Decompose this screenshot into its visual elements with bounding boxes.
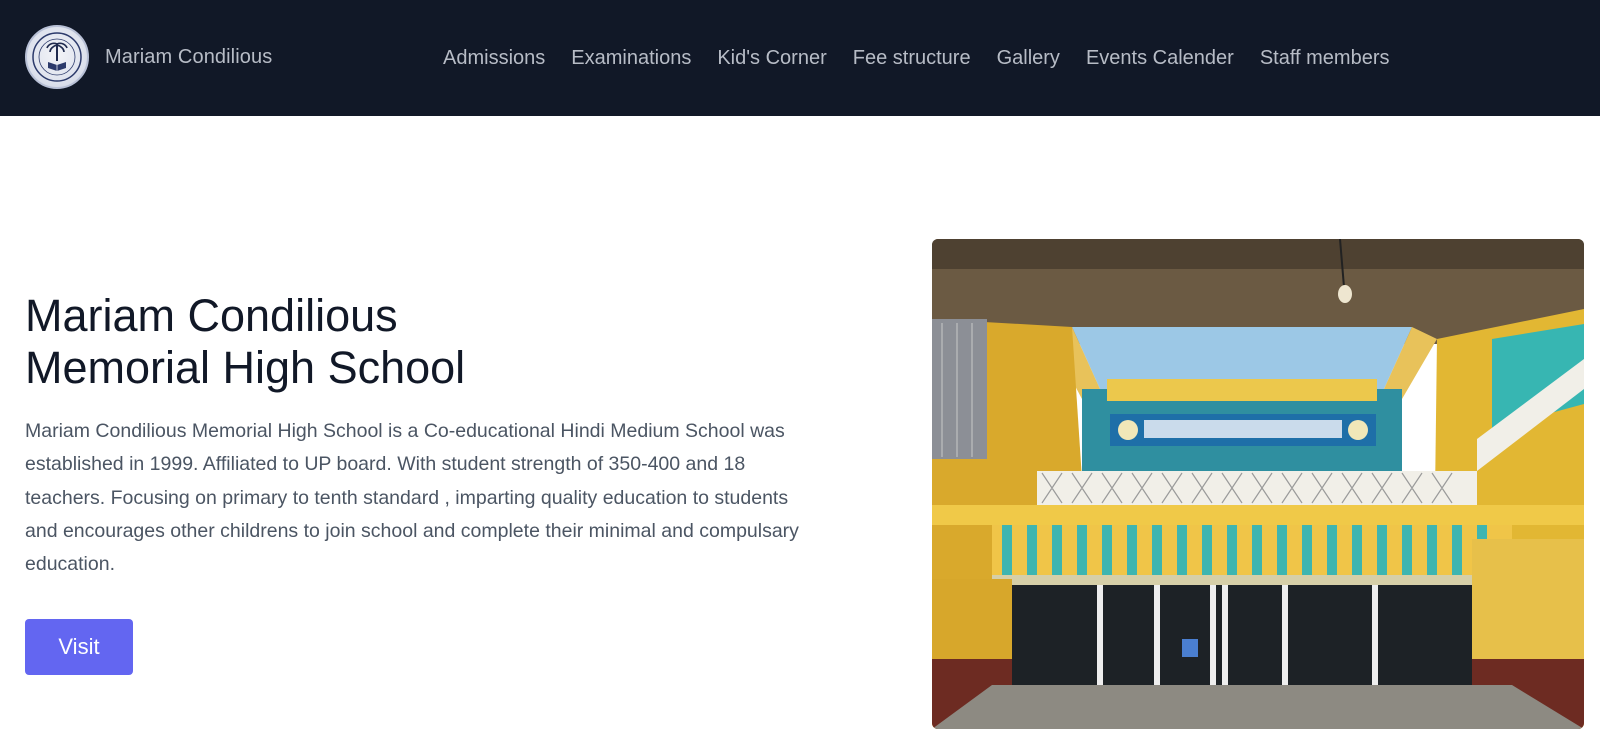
hero-description: Mariam Condilious Memorial High School i… xyxy=(25,420,799,576)
nav-link-events-calender[interactable]: Events Calender xyxy=(1086,47,1234,70)
nav-link-gallery[interactable]: Gallery xyxy=(997,47,1060,70)
visit-button[interactable]: Visit xyxy=(25,619,133,675)
hero-title-line-2: Memorial High School xyxy=(25,342,466,393)
brand-link[interactable]: Mariam Condilious xyxy=(25,25,272,89)
nav-link-fee-structure[interactable]: Fee structure xyxy=(853,47,971,70)
nav-link-kids-corner[interactable]: Kid's Corner xyxy=(717,47,826,70)
nav-link-staff-members[interactable]: Staff members xyxy=(1260,47,1390,70)
hero-title: Mariam Condilious Memorial High School xyxy=(25,290,645,394)
brand-name: Mariam Condilious xyxy=(105,45,273,68)
school-courtyard-image xyxy=(932,239,1584,729)
school-emblem-icon xyxy=(25,25,89,89)
nav-link-examinations[interactable]: Examinations xyxy=(571,47,691,70)
top-navbar: Mariam Condilious Admissions Examination… xyxy=(0,0,1600,116)
hero-title-line-1: Mariam Condilious xyxy=(25,290,398,341)
main-nav: Admissions Examinations Kid's Corner Fee… xyxy=(443,0,1390,116)
nav-link-admissions[interactable]: Admissions xyxy=(443,47,545,70)
